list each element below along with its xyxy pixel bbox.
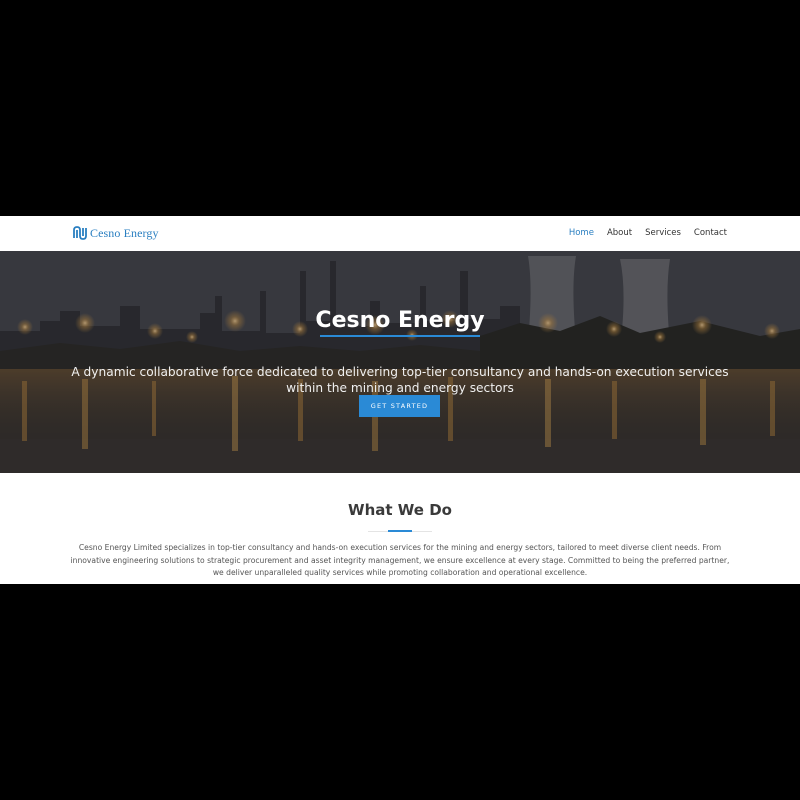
nav-about[interactable]: About bbox=[607, 227, 632, 239]
hero-title: Cesno Energy bbox=[315, 308, 485, 333]
logo-icon bbox=[73, 226, 87, 240]
section-body-text: Cesno Energy Limited specializes in top-… bbox=[70, 543, 730, 578]
section-title: What We Do bbox=[348, 501, 452, 519]
what-we-do-section: What We Do Cesno Energy Limited speciali… bbox=[0, 473, 800, 584]
nav-home[interactable]: Home bbox=[569, 227, 594, 239]
logo-text: Cesno Energy bbox=[90, 225, 159, 240]
main-nav: Home About Services Contact bbox=[556, 227, 727, 239]
section-divider bbox=[368, 530, 432, 532]
webpage-frame: Cesno Energy Home About Services Contact bbox=[0, 216, 800, 584]
hero-section: Cesno Energy A dynamic collaborative for… bbox=[0, 251, 800, 473]
get-started-button[interactable]: GET STARTED bbox=[359, 395, 440, 417]
site-header: Cesno Energy Home About Services Contact bbox=[0, 216, 800, 251]
nav-services[interactable]: Services bbox=[645, 227, 681, 239]
hero-background-image bbox=[0, 251, 800, 473]
hero-title-underline bbox=[320, 335, 480, 337]
nav-contact[interactable]: Contact bbox=[694, 227, 727, 239]
logo[interactable]: Cesno Energy bbox=[72, 225, 159, 241]
hero-subtitle: A dynamic collaborative force dedicated … bbox=[71, 365, 729, 396]
